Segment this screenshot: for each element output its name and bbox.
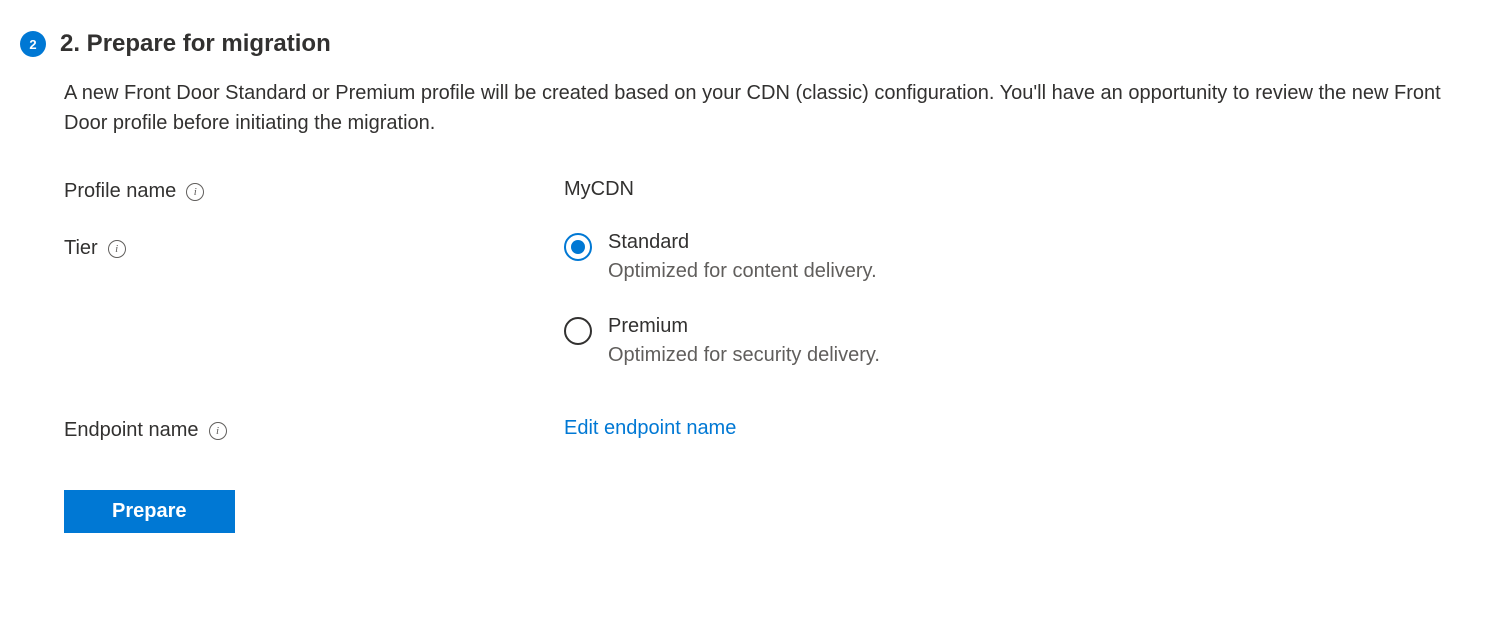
tier-option-premium[interactable]: Premium Optimized for security delivery.: [564, 315, 1464, 367]
step-number-badge: 2: [20, 31, 46, 57]
tier-row: Tier i Standard Optimized for content de…: [64, 231, 1464, 367]
radio-icon: [564, 233, 592, 261]
info-icon[interactable]: i: [209, 422, 227, 440]
profile-name-value: MyCDN: [564, 178, 1464, 201]
endpoint-name-value: Edit endpoint name: [564, 417, 1464, 440]
step-title: 2. Prepare for migration: [60, 30, 331, 58]
tier-label: Tier: [64, 237, 98, 260]
profile-name-row: Profile name i MyCDN: [64, 178, 1464, 203]
radio-text-wrapper: Premium Optimized for security delivery.: [608, 315, 880, 367]
tier-radio-group: Standard Optimized for content delivery.…: [564, 231, 1464, 367]
tier-option-standard[interactable]: Standard Optimized for content delivery.: [564, 231, 1464, 283]
tier-option-standard-label: Standard: [608, 231, 877, 254]
step-description: A new Front Door Standard or Premium pro…: [64, 78, 1464, 138]
radio-text-wrapper: Standard Optimized for content delivery.: [608, 231, 877, 283]
content-area: A new Front Door Standard or Premium pro…: [64, 78, 1464, 533]
profile-name-label: Profile name: [64, 180, 176, 203]
tier-label-wrapper: Tier i: [64, 231, 564, 260]
endpoint-name-label: Endpoint name: [64, 419, 199, 442]
prepare-button[interactable]: Prepare: [64, 490, 235, 533]
endpoint-name-label-wrapper: Endpoint name i: [64, 417, 564, 442]
endpoint-name-row: Endpoint name i Edit endpoint name: [64, 417, 1464, 442]
tier-option-standard-description: Optimized for content delivery.: [608, 260, 877, 283]
tier-option-premium-description: Optimized for security delivery.: [608, 344, 880, 367]
step-header: 2 2. Prepare for migration: [20, 30, 1486, 58]
profile-name-label-wrapper: Profile name i: [64, 178, 564, 203]
info-icon[interactable]: i: [108, 240, 126, 258]
radio-icon: [564, 317, 592, 345]
info-icon[interactable]: i: [186, 183, 204, 201]
tier-option-premium-label: Premium: [608, 315, 880, 338]
edit-endpoint-name-link[interactable]: Edit endpoint name: [564, 417, 736, 439]
